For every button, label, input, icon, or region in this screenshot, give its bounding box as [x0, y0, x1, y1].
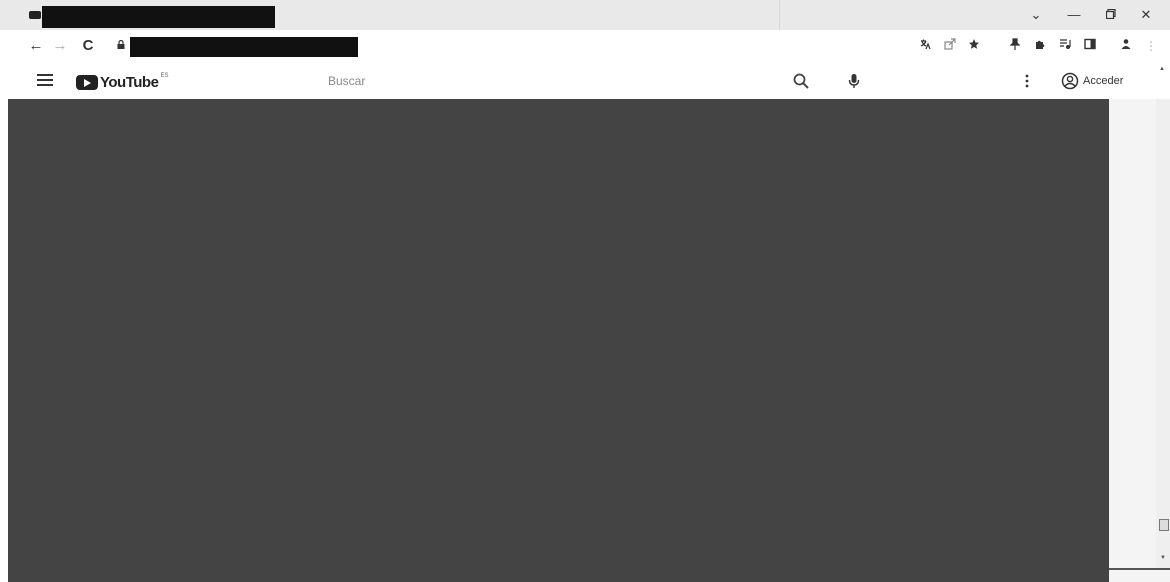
scroll-up-arrow-icon[interactable]: ▲: [1159, 66, 1165, 72]
url-field-redacted[interactable]: [130, 37, 358, 57]
back-button[interactable]: ←: [26, 36, 46, 56]
translate-icon[interactable]: [917, 38, 933, 54]
scrollbar[interactable]: [1156, 99, 1170, 569]
youtube-play-icon: [76, 74, 98, 90]
forward-button[interactable]: →: [50, 36, 70, 56]
tab-title-redacted[interactable]: [42, 6, 275, 28]
restore-button[interactable]: [1100, 6, 1122, 24]
youtube-country-code: ES: [160, 73, 169, 79]
signin-label: Acceder: [1083, 75, 1124, 87]
scroll-down-arrow-icon[interactable]: ▼: [1160, 555, 1166, 561]
star-icon[interactable]: [966, 38, 982, 54]
content-redacted-block: [8, 99, 1109, 582]
extensions-puzzle-icon[interactable]: [1032, 38, 1048, 54]
restore-icon: [1106, 9, 1116, 19]
hamburger-icon[interactable]: [37, 74, 53, 88]
bottom-divider: [1109, 568, 1170, 570]
menu-kebab-icon[interactable]: ⋮: [1143, 38, 1159, 54]
signin-button[interactable]: Acceder: [1061, 70, 1123, 92]
search-input[interactable]: [328, 71, 768, 91]
mic-icon[interactable]: [848, 72, 860, 90]
side-toggle-icon[interactable]: [1159, 519, 1169, 531]
minimize-button[interactable]: —: [1063, 6, 1085, 24]
search-icon[interactable]: [792, 72, 810, 90]
account-circle-icon: [1061, 72, 1079, 90]
reload-button[interactable]: C: [78, 36, 98, 56]
profile-icon[interactable]: [1118, 38, 1134, 54]
share-icon[interactable]: [942, 38, 958, 54]
youtube-logo[interactable]: YouTube ES: [76, 71, 168, 93]
media-icon[interactable]: [1057, 38, 1073, 54]
sidepanel-icon[interactable]: [1082, 38, 1098, 54]
close-window-button[interactable]: ✕: [1135, 6, 1157, 24]
pin-icon[interactable]: [1007, 38, 1023, 54]
tab-search-button[interactable]: ⌄: [1025, 6, 1047, 24]
youtube-logo-text: YouTube: [100, 73, 159, 91]
lock-icon: [117, 40, 125, 49]
youtube-favicon-icon: [29, 11, 41, 19]
more-vert-icon[interactable]: [1023, 72, 1031, 90]
